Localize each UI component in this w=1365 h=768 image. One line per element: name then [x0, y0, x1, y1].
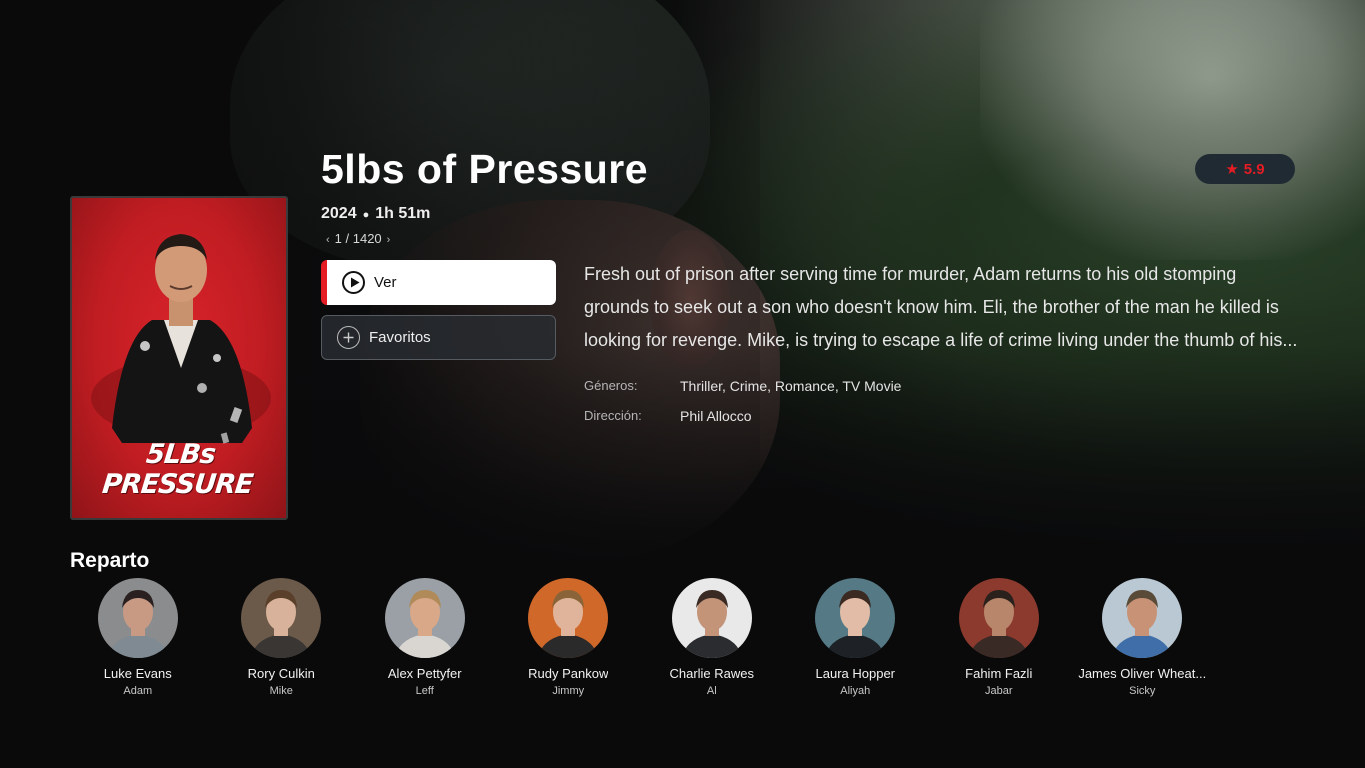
cast-avatar	[815, 578, 896, 658]
director-label: Dirección:	[584, 408, 642, 423]
chevron-right-icon[interactable]: ›	[387, 234, 391, 246]
cast-section-title: Reparto	[70, 549, 150, 572]
cast-name: Laura Hopper	[815, 666, 896, 681]
cast-role: Leff	[415, 685, 434, 697]
favorites-button[interactable]: Favoritos	[321, 315, 556, 360]
cast-name: Luke Evans	[103, 666, 172, 681]
pager-label: 1 / 1420	[334, 231, 382, 246]
cast-name: Fahim Fazli	[965, 666, 1033, 681]
movie-poster: 5LBs PRESSURE	[70, 196, 288, 520]
cast-role: Al	[706, 685, 717, 697]
release-year: 2024	[321, 205, 357, 222]
chevron-left-icon[interactable]: ‹	[326, 234, 330, 246]
cast-member[interactable]: Alex Pettyfer Leff	[353, 578, 497, 697]
genres-value: Thriller, Crime, Romance, TV Movie	[680, 378, 902, 394]
cast-member[interactable]: Laura Hopper Aliyah	[784, 578, 928, 697]
cast-role: Sicky	[1129, 685, 1156, 697]
plus-icon	[337, 326, 360, 349]
director-row: Dirección: Phil Allocco	[584, 408, 752, 424]
movie-meta: 2024 ● 1h 51m	[321, 205, 430, 223]
cast-name: James Oliver Wheat...	[1078, 666, 1207, 681]
play-icon	[342, 271, 365, 294]
cast-role: Jabar	[984, 685, 1013, 697]
cast-list: Luke Evans Adam Rory Culkin Mike Alex Pettyf…	[66, 578, 1214, 697]
genres-label: Géneros:	[584, 378, 638, 393]
cast-member[interactable]: James Oliver Wheat... Sicky	[1071, 578, 1215, 697]
cast-member[interactable]: Charlie Rawes Al	[640, 578, 784, 697]
cast-role: Adam	[123, 685, 153, 697]
cast-member[interactable]: Rudy Pankow Jimmy	[497, 578, 641, 697]
cast-name: Charlie Rawes	[669, 666, 755, 681]
cast-member[interactable]: Fahim Fazli Jabar	[927, 578, 1071, 697]
rating-badge: ★ 5.9	[1195, 154, 1295, 184]
cast-name: Rory Culkin	[247, 666, 315, 681]
favorites-button-label: Favoritos	[369, 329, 431, 346]
cast-avatar	[241, 578, 322, 658]
poster-title: 5LBs PRESSURE	[100, 439, 255, 500]
cast-role: Aliyah	[840, 685, 871, 697]
cast-avatar	[1102, 578, 1183, 658]
play-button[interactable]: Ver	[321, 260, 556, 305]
cast-avatar	[97, 578, 178, 658]
cast-role: Jimmy	[552, 685, 585, 697]
cast-name: Alex Pettyfer	[387, 666, 462, 681]
cast-avatar	[671, 578, 752, 658]
genres-row: Géneros: Thriller, Crime, Romance, TV Mo…	[584, 378, 901, 394]
rating-value: 5.9	[1243, 160, 1265, 178]
cast-avatar	[958, 578, 1039, 658]
cast-member[interactable]: Luke Evans Adam	[66, 578, 210, 697]
cast-avatar	[528, 578, 609, 658]
meta-separator: ●	[362, 209, 370, 221]
director-value: Phil Allocco	[680, 408, 752, 424]
cast-name: Rudy Pankow	[528, 666, 609, 681]
runtime: 1h 51m	[375, 205, 431, 222]
cast-role: Mike	[269, 685, 293, 697]
star-icon: ★	[1225, 160, 1239, 178]
page-title: 5lbs of Pressure	[321, 146, 649, 192]
cast-member[interactable]: Rory Culkin Mike	[210, 578, 354, 697]
play-button-label: Ver	[374, 274, 397, 291]
movie-overview: Fresh out of prison after serving time f…	[584, 264, 1298, 350]
cast-avatar	[384, 578, 465, 658]
item-pager: ‹ 1 / 1420 ›	[321, 231, 395, 246]
